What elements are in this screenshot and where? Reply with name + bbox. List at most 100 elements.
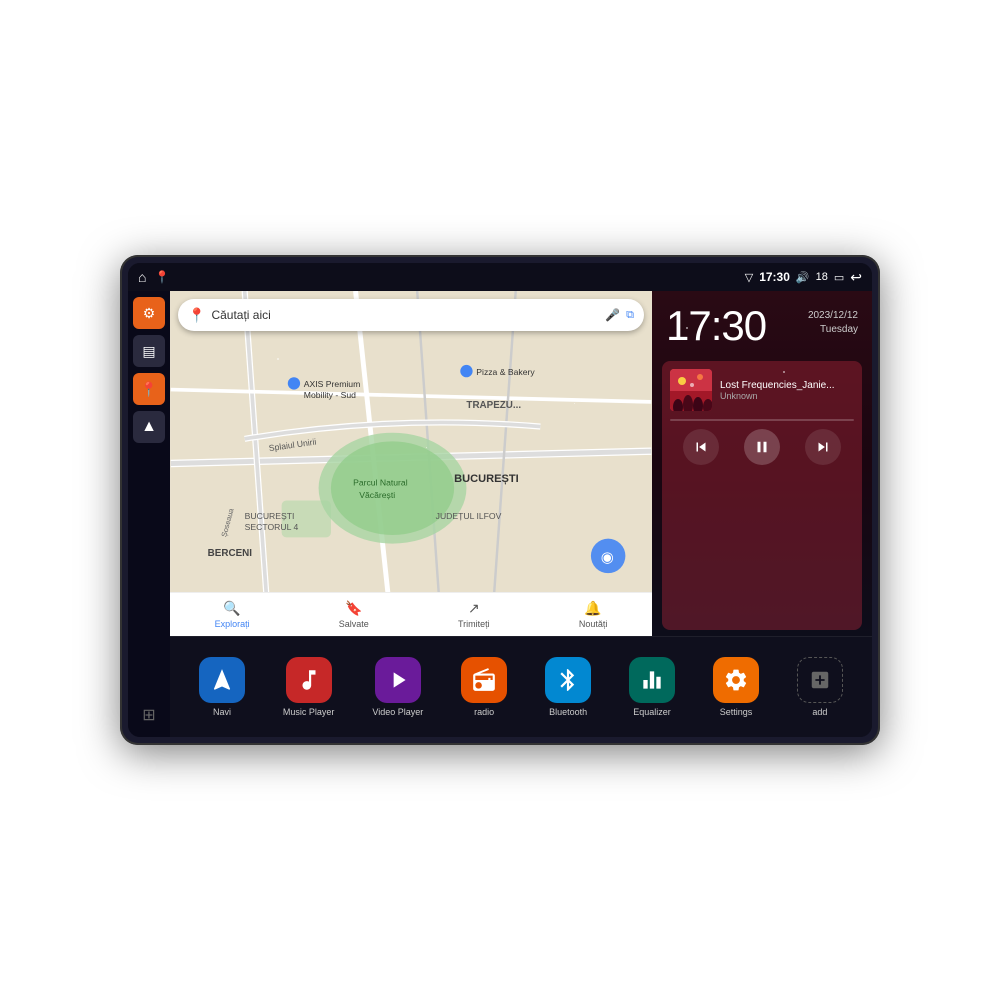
explore-label: Explorați xyxy=(215,619,250,629)
equalizer-label: Equalizer xyxy=(633,707,671,717)
pause-button[interactable] xyxy=(744,429,780,465)
next-button[interactable] xyxy=(805,429,841,465)
app-bluetooth[interactable]: Bluetooth xyxy=(545,657,591,717)
add-label: add xyxy=(812,707,827,717)
radio-icon xyxy=(461,657,507,703)
time-display: 17:30 xyxy=(759,270,790,284)
sidebar-inbox-btn[interactable]: ▤ xyxy=(133,335,165,367)
maps-icon[interactable]: 📍 xyxy=(154,270,169,284)
sidebar-grid-btn[interactable]: ⊞ xyxy=(133,699,165,731)
svg-text:◉: ◉ xyxy=(601,550,614,566)
svg-text:TRAPEZU...: TRAPEZU... xyxy=(466,400,521,411)
sidebar-nav-btn[interactable]: ▲ xyxy=(133,411,165,443)
svg-text:Mobility - Sud: Mobility - Sud xyxy=(304,390,356,400)
music-track-details: Lost Frequencies_Janie... Unknown xyxy=(720,380,854,401)
svg-text:AXIS Premium: AXIS Premium xyxy=(304,379,360,389)
svg-text:BUCUREȘTI: BUCUREȘTI xyxy=(454,473,519,485)
left-sidebar: ⚙ ▤ 📍 ▲ ⊞ xyxy=(128,291,170,737)
map-tab-saved[interactable]: 🔖 Salvate xyxy=(339,600,369,629)
svg-text:Văcărești: Văcărești xyxy=(359,490,395,500)
add-icon xyxy=(797,657,843,703)
map-tab-explore[interactable]: 🔍 Explorați xyxy=(215,600,250,629)
svg-text:BUCUREȘTI: BUCUREȘTI xyxy=(245,511,295,521)
map-icon: 📍 xyxy=(140,381,157,398)
app-navi[interactable]: Navi xyxy=(199,657,245,717)
app-equalizer[interactable]: Equalizer xyxy=(629,657,675,717)
saved-label: Salvate xyxy=(339,619,369,629)
svg-text:BERCENI: BERCENI xyxy=(208,548,253,559)
share-icon: ↗ xyxy=(468,600,480,617)
app-add[interactable]: add xyxy=(797,657,843,717)
navi-label: Navi xyxy=(213,707,231,717)
svg-text:Parcul Natural: Parcul Natural xyxy=(353,478,408,488)
music-track-info: Lost Frequencies_Janie... Unknown xyxy=(670,369,854,411)
app-music-player[interactable]: Music Player xyxy=(283,657,335,717)
top-section: TRAPEZU... BUCUREȘTI JUDEȚUL ILFOV BUCUR… xyxy=(170,291,872,636)
music-progress-bar[interactable] xyxy=(670,419,854,421)
bottom-apps: Navi Music Player xyxy=(170,637,872,737)
app-video-player[interactable]: Video Player xyxy=(372,657,423,717)
battery-number: 18 xyxy=(816,271,828,283)
map-svg: TRAPEZU... BUCUREȘTI JUDEȚUL ILFOV BUCUR… xyxy=(170,291,652,636)
device-screen: ⌂ 📍 ▽ 17:30 🔊 18 ▭ ↩ ⚙ ▤ xyxy=(128,263,872,737)
bluetooth-label: Bluetooth xyxy=(549,707,587,717)
battery-icon: ▭ xyxy=(834,271,844,284)
music-controls xyxy=(670,429,854,465)
settings-app-icon xyxy=(713,657,759,703)
microphone-icon[interactable]: 🎤 xyxy=(605,308,620,322)
app-settings[interactable]: Settings xyxy=(713,657,759,717)
map-tab-share[interactable]: ↗ Trimiteți xyxy=(458,600,490,629)
layer-icon[interactable]: ⧉ xyxy=(626,309,634,322)
svg-text:Pizza & Bakery: Pizza & Bakery xyxy=(476,367,535,377)
explore-icon: 🔍 xyxy=(223,600,240,617)
video-player-label: Video Player xyxy=(372,707,423,717)
device-frame: ⌂ 📍 ▽ 17:30 🔊 18 ▭ ↩ ⚙ ▤ xyxy=(120,255,880,745)
status-right: ▽ 17:30 🔊 18 ▭ ↩ xyxy=(745,269,862,286)
video-player-icon xyxy=(375,657,421,703)
wifi-icon: ▽ xyxy=(745,271,753,284)
google-maps-pin-icon: 📍 xyxy=(188,307,205,324)
updates-icon: 🔔 xyxy=(584,600,601,617)
sidebar-map-btn[interactable]: 📍 xyxy=(133,373,165,405)
music-artist: Unknown xyxy=(720,391,854,401)
sidebar-settings-btn[interactable]: ⚙ xyxy=(133,297,165,329)
clock-time-display: 17:30 xyxy=(666,305,766,347)
map-search-bar[interactable]: 📍 Căutați aici 🎤 ⧉ xyxy=(178,299,644,331)
status-left: ⌂ 📍 xyxy=(138,269,169,285)
search-placeholder-text[interactable]: Căutați aici xyxy=(211,308,599,322)
settings-app-label: Settings xyxy=(720,707,753,717)
share-label: Trimiteți xyxy=(458,619,490,629)
clock-section: 17:30 2023/12/12 Tuesday xyxy=(652,291,872,355)
updates-label: Noutăți xyxy=(579,619,608,629)
svg-text:JUDEȚUL ILFOV: JUDEȚUL ILFOV xyxy=(436,511,502,521)
right-panel: 17:30 2023/12/12 Tuesday xyxy=(652,291,872,636)
clock-date-display: 2023/12/12 Tuesday xyxy=(808,309,858,337)
home-icon[interactable]: ⌂ xyxy=(138,269,146,285)
main-content: ⚙ ▤ 📍 ▲ ⊞ xyxy=(128,291,872,737)
app-radio[interactable]: radio xyxy=(461,657,507,717)
navi-icon xyxy=(199,657,245,703)
clock-day: Tuesday xyxy=(808,323,858,337)
music-title: Lost Frequencies_Janie... xyxy=(720,380,854,391)
back-icon[interactable]: ↩ xyxy=(850,269,862,286)
inbox-icon: ▤ xyxy=(142,343,155,360)
clock-date: 2023/12/12 xyxy=(808,309,858,323)
equalizer-icon xyxy=(629,657,675,703)
nav-icon: ▲ xyxy=(141,418,157,436)
status-bar: ⌂ 📍 ▽ 17:30 🔊 18 ▭ ↩ xyxy=(128,263,872,291)
music-player-label: Music Player xyxy=(283,707,335,717)
volume-icon: 🔊 xyxy=(796,271,810,284)
saved-icon: 🔖 xyxy=(345,600,362,617)
music-section: Lost Frequencies_Janie... Unknown xyxy=(662,361,862,630)
prev-button[interactable] xyxy=(683,429,719,465)
map-tab-updates[interactable]: 🔔 Noutăți xyxy=(579,600,608,629)
svg-text:SECTORUL 4: SECTORUL 4 xyxy=(245,522,299,532)
bluetooth-icon xyxy=(545,657,591,703)
map-container[interactable]: TRAPEZU... BUCUREȘTI JUDEȚUL ILFOV BUCUR… xyxy=(170,291,652,636)
album-art xyxy=(670,369,712,411)
map-bottom-bar: 🔍 Explorați 🔖 Salvate ↗ Trimiteți xyxy=(170,592,652,636)
radio-label: radio xyxy=(474,707,494,717)
center-content: TRAPEZU... BUCUREȘTI JUDEȚUL ILFOV BUCUR… xyxy=(170,291,872,737)
grid-icon: ⊞ xyxy=(142,705,155,725)
music-player-icon xyxy=(286,657,332,703)
